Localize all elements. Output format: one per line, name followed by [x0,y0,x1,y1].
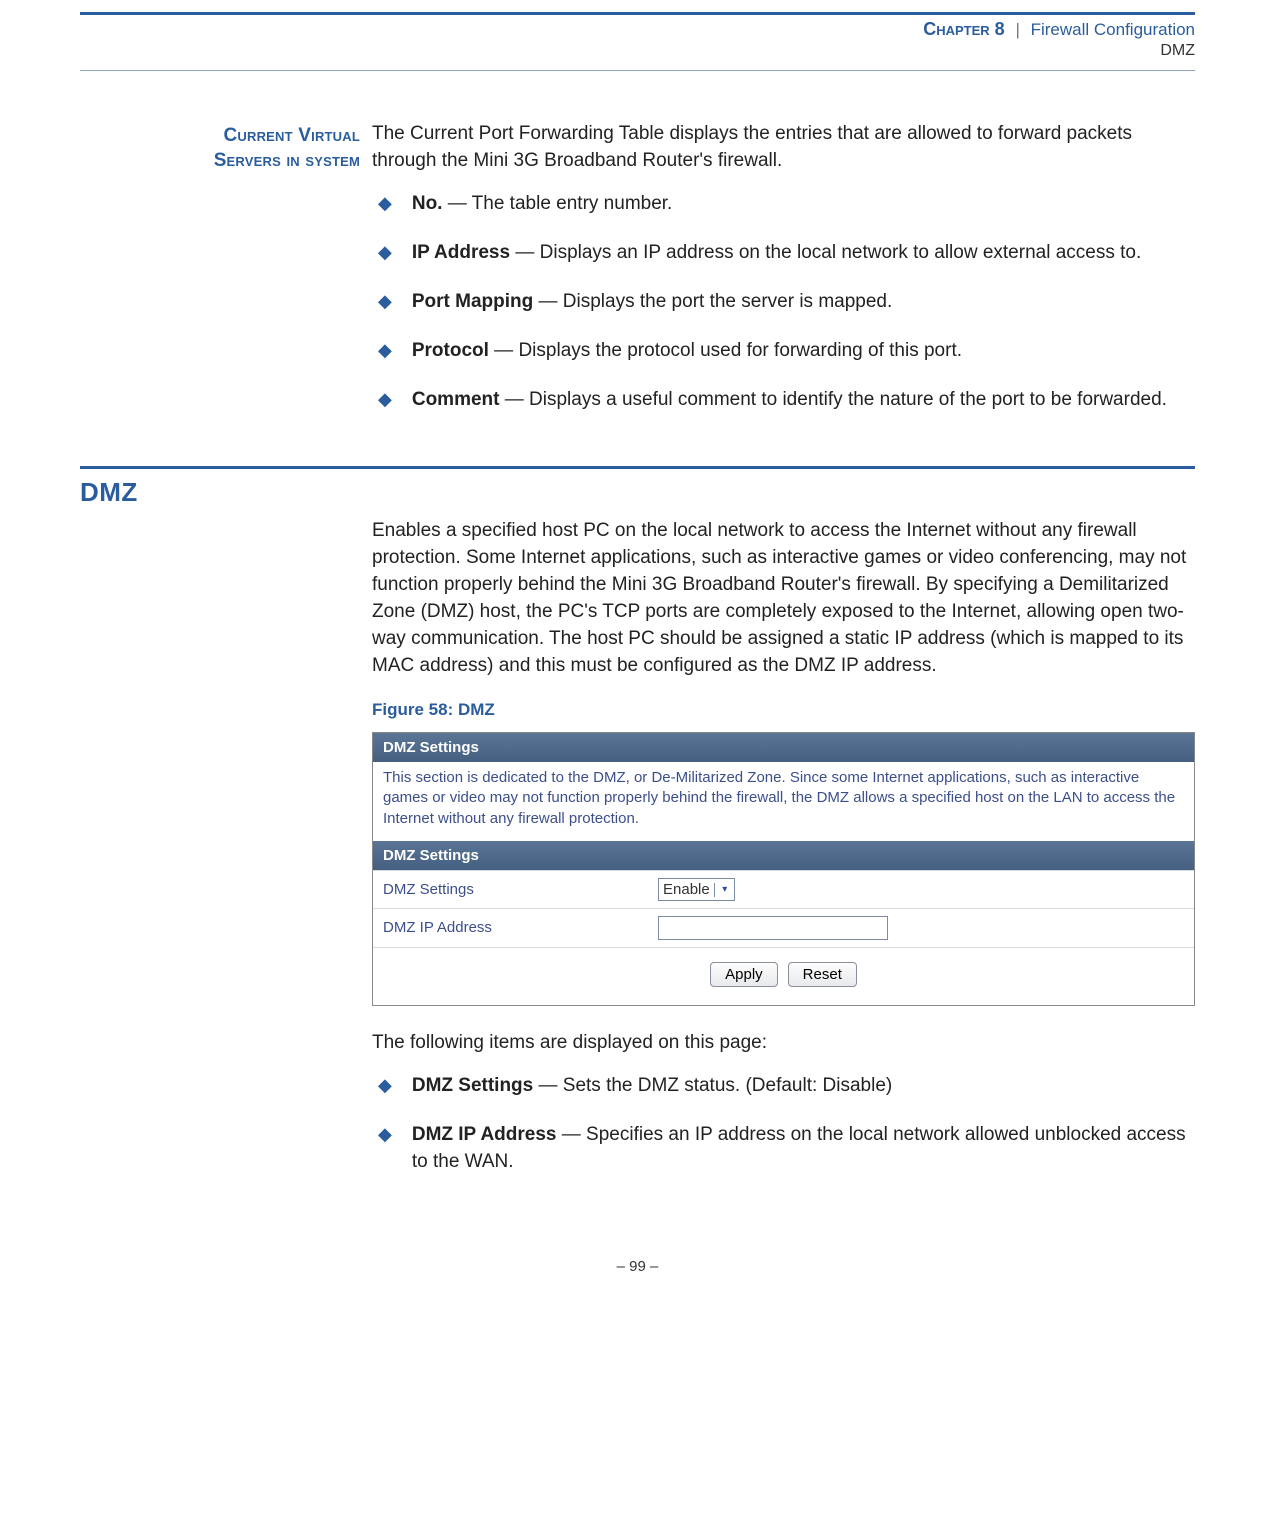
dmz-settings-select[interactable]: Enable ▾ [658,878,735,901]
diamond-icon: ◆ [378,292,392,310]
diamond-icon: ◆ [378,194,392,212]
panel-subheader: DMZ Settings [373,841,1194,870]
panel-header: DMZ Settings [373,733,1194,762]
diamond-icon: ◆ [378,390,392,408]
list-item: ◆DMZ IP Address — Specifies an IP addres… [372,1122,1195,1176]
diamond-icon: ◆ [378,243,392,261]
side-heading-current-virtual-servers: Current Virtual Servers in system [80,121,360,436]
section2-intro: Enables a specified host PC on the local… [372,518,1195,680]
section1-list: ◆No. — The table entry number. ◆IP Addre… [372,191,1195,414]
dmz-settings-label: DMZ Settings [373,875,648,904]
page-header: Chapter 8 | Firewall Configuration DMZ [0,15,1275,68]
list-item: ◆Comment — Displays a useful comment to … [372,387,1195,414]
dmz-ip-address-label: DMZ IP Address [373,913,648,942]
panel-description: This section is dedicated to the DMZ, or… [373,762,1194,841]
page-footer: – 99 – [0,1198,1275,1293]
apply-button[interactable]: Apply [710,962,778,987]
diamond-icon: ◆ [378,1076,392,1094]
list-item: ◆Port Mapping — Displays the port the se… [372,289,1195,316]
dmz-settings-panel: DMZ Settings This section is dedicated t… [372,732,1195,1006]
header-subtitle: DMZ [80,42,1195,60]
list-item: ◆IP Address — Displays an IP address on … [372,240,1195,267]
section2-list: ◆DMZ Settings — Sets the DMZ status. (De… [372,1073,1195,1176]
diamond-icon: ◆ [378,341,392,359]
section2-after-figure: The following items are displayed on thi… [372,1030,1195,1057]
figure-label: Figure 58: DMZ [372,698,1195,722]
diamond-icon: ◆ [378,1125,392,1143]
list-item: ◆Protocol — Displays the protocol used f… [372,338,1195,365]
header-separator: | [1009,20,1025,39]
section1-intro: The Current Port Forwarding Table displa… [372,121,1195,175]
reset-button[interactable]: Reset [788,962,857,987]
chapter-label: Chapter 8 [923,19,1004,39]
chapter-title: Firewall Configuration [1031,20,1195,39]
chevron-down-icon: ▾ [714,883,732,897]
dmz-ip-address-input[interactable] [658,916,888,940]
section-heading-dmz: DMZ [80,477,1195,508]
list-item: ◆No. — The table entry number. [372,191,1195,218]
list-item: ◆DMZ Settings — Sets the DMZ status. (De… [372,1073,1195,1100]
